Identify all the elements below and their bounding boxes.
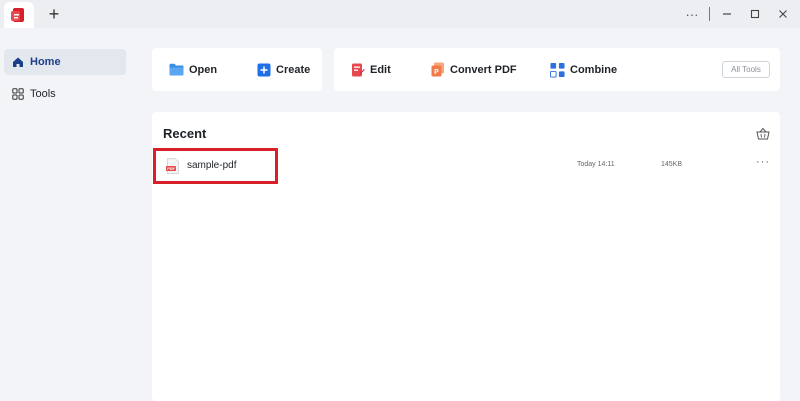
sidebar-item-label: Tools [30, 88, 56, 100]
sidebar: Home Tools [0, 28, 131, 401]
create-label: Create [276, 63, 311, 76]
maximize-button[interactable] [744, 3, 766, 25]
minimize-button[interactable] [716, 3, 738, 25]
svg-text:P: P [434, 69, 439, 76]
convert-pdf-button[interactable]: P Convert PDF [430, 48, 517, 91]
title-bar: + ··· [0, 0, 800, 28]
main-area: Open Create Edit P Convert PDF Combine A… [131, 28, 800, 401]
app-tab[interactable] [4, 2, 34, 28]
open-button[interactable]: Open [169, 48, 217, 91]
app-logo-icon [11, 8, 24, 22]
more-menu-button[interactable]: ··· [681, 3, 703, 25]
file-more-button[interactable]: ··· [756, 156, 770, 168]
plus-square-icon [256, 62, 271, 77]
highlight-annotation-box [153, 148, 278, 184]
combine-icon [550, 62, 565, 77]
new-tab-button[interactable]: + [44, 4, 64, 24]
close-button[interactable] [772, 3, 794, 25]
file-modified-date: Today 14:11 [577, 161, 615, 168]
combine-label: Combine [570, 63, 618, 76]
sidebar-item-tools[interactable]: Tools [4, 81, 126, 107]
tools-card: Edit P Convert PDF Combine All Tools [334, 48, 780, 91]
file-actions-card: Open Create [152, 48, 322, 91]
close-icon [779, 10, 787, 18]
home-icon [11, 56, 24, 69]
folder-icon [169, 62, 184, 77]
sidebar-item-home[interactable]: Home [4, 49, 126, 75]
clear-history-icon[interactable] [756, 127, 770, 141]
sidebar-item-label: Home [30, 56, 61, 68]
recent-title: Recent [163, 126, 207, 141]
grid-icon [11, 88, 24, 101]
create-button[interactable]: Create [256, 48, 310, 91]
edit-button[interactable]: Edit [350, 48, 391, 91]
maximize-icon [750, 9, 760, 19]
window-controls: ··· [681, 0, 800, 28]
minimize-icon [723, 13, 731, 15]
edit-document-icon [350, 62, 365, 77]
combine-button[interactable]: Combine [550, 48, 617, 91]
file-size: 145KB [661, 161, 683, 168]
convert-pdf-label: Convert PDF [450, 63, 517, 76]
all-tools-button[interactable]: All Tools [722, 61, 770, 78]
edit-label: Edit [370, 63, 391, 76]
open-label: Open [189, 63, 218, 76]
window-separator [709, 7, 710, 21]
convert-icon: P [430, 62, 445, 77]
